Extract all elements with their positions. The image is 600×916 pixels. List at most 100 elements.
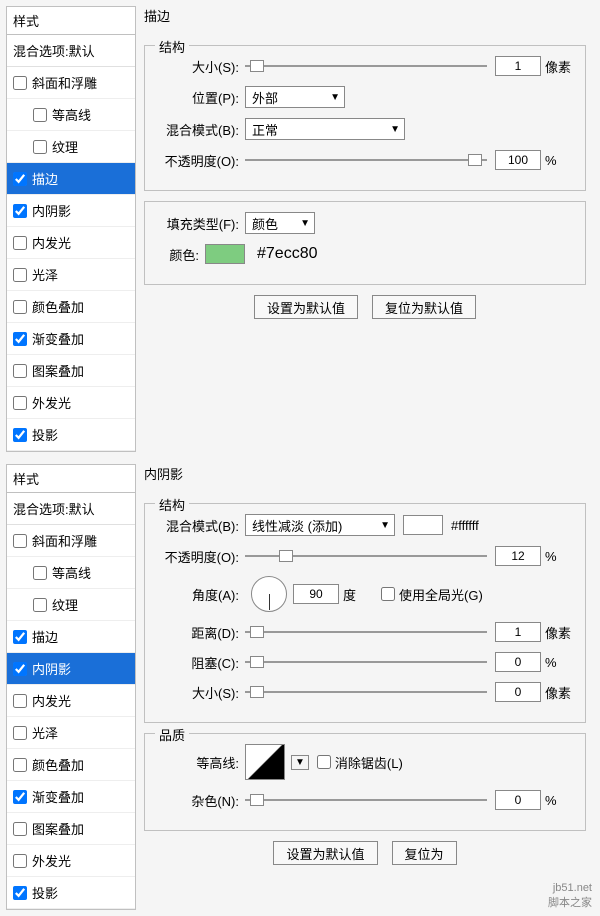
style-checkbox[interactable] bbox=[13, 886, 27, 900]
angle-label: 角度(A): bbox=[155, 585, 245, 604]
style-item[interactable]: 颜色叠加 bbox=[7, 749, 135, 781]
style-checkbox[interactable] bbox=[13, 790, 27, 804]
reset-default-button[interactable]: 复位为 bbox=[392, 841, 457, 865]
style-checkbox[interactable] bbox=[13, 822, 27, 836]
style-item[interactable]: 渐变叠加 bbox=[7, 781, 135, 813]
style-checkbox[interactable] bbox=[13, 662, 27, 676]
opacity-slider[interactable] bbox=[245, 548, 487, 564]
style-item[interactable]: 光泽 bbox=[7, 717, 135, 749]
style-item-label: 投影 bbox=[32, 883, 58, 902]
size-slider[interactable] bbox=[245, 58, 487, 74]
style-item[interactable]: 外发光 bbox=[7, 387, 135, 419]
style-item-label: 内阴影 bbox=[32, 201, 71, 220]
style-item[interactable]: 光泽 bbox=[7, 259, 135, 291]
style-checkbox[interactable] bbox=[33, 566, 47, 580]
style-item[interactable]: 内发光 bbox=[7, 227, 135, 259]
style-item[interactable]: 斜面和浮雕 bbox=[7, 525, 135, 557]
style-item-label: 内阴影 bbox=[32, 659, 71, 678]
distance-slider[interactable] bbox=[245, 624, 487, 640]
blend-options[interactable]: 混合选项:默认 bbox=[7, 35, 135, 67]
position-dropdown[interactable]: 外部▼ bbox=[245, 86, 345, 108]
color-swatch[interactable] bbox=[205, 244, 245, 264]
style-checkbox[interactable] bbox=[13, 854, 27, 868]
style-checkbox[interactable] bbox=[13, 694, 27, 708]
size-input[interactable] bbox=[495, 682, 541, 702]
opacity-slider[interactable] bbox=[245, 152, 487, 168]
style-checkbox[interactable] bbox=[13, 332, 27, 346]
style-header: 样式 bbox=[7, 465, 135, 493]
color-hex: #7ecc80 bbox=[245, 245, 318, 263]
style-checkbox[interactable] bbox=[13, 236, 27, 250]
style-item[interactable]: 描边 bbox=[7, 163, 135, 195]
opacity-input[interactable] bbox=[495, 150, 541, 170]
style-checkbox[interactable] bbox=[13, 726, 27, 740]
choke-label: 阻塞(C): bbox=[155, 653, 245, 672]
size-unit: 像素 bbox=[541, 683, 575, 702]
style-item[interactable]: 斜面和浮雕 bbox=[7, 67, 135, 99]
contour-picker[interactable] bbox=[245, 744, 285, 780]
style-item[interactable]: 外发光 bbox=[7, 845, 135, 877]
opacity-input[interactable] bbox=[495, 546, 541, 566]
style-item[interactable]: 等高线 bbox=[7, 99, 135, 131]
style-checkbox[interactable] bbox=[13, 428, 27, 442]
noise-unit: % bbox=[541, 793, 575, 808]
style-item[interactable]: 投影 bbox=[7, 419, 135, 451]
style-checkbox[interactable] bbox=[33, 140, 47, 154]
blend-mode-dropdown[interactable]: 正常▼ bbox=[245, 118, 405, 140]
style-checkbox[interactable] bbox=[13, 758, 27, 772]
blend-color-hex: #ffffff bbox=[443, 518, 479, 533]
blend-options[interactable]: 混合选项:默认 bbox=[7, 493, 135, 525]
anti-alias-checkbox[interactable] bbox=[317, 755, 331, 769]
style-item[interactable]: 内阴影 bbox=[7, 195, 135, 227]
reset-default-button[interactable]: 复位为默认值 bbox=[372, 295, 476, 319]
style-item-label: 渐变叠加 bbox=[32, 787, 84, 806]
style-item[interactable]: 内阴影 bbox=[7, 653, 135, 685]
style-checkbox[interactable] bbox=[13, 300, 27, 314]
style-checkbox[interactable] bbox=[13, 172, 27, 186]
style-item-label: 斜面和浮雕 bbox=[32, 531, 97, 550]
style-checkbox[interactable] bbox=[13, 630, 27, 644]
distance-input[interactable] bbox=[495, 622, 541, 642]
angle-dial[interactable] bbox=[251, 576, 287, 612]
style-checkbox[interactable] bbox=[33, 598, 47, 612]
global-light-option[interactable]: 使用全局光(G) bbox=[381, 585, 483, 604]
blend-color-swatch[interactable] bbox=[403, 515, 443, 535]
noise-input[interactable] bbox=[495, 790, 541, 810]
style-item-label: 渐变叠加 bbox=[32, 329, 84, 348]
style-item[interactable]: 描边 bbox=[7, 621, 135, 653]
style-item[interactable]: 内发光 bbox=[7, 685, 135, 717]
anti-alias-option[interactable]: 消除锯齿(L) bbox=[317, 753, 403, 772]
choke-input[interactable] bbox=[495, 652, 541, 672]
style-item[interactable]: 颜色叠加 bbox=[7, 291, 135, 323]
choke-unit: % bbox=[541, 655, 575, 670]
fill-type-dropdown[interactable]: 颜色▼ bbox=[245, 212, 315, 234]
set-default-button[interactable]: 设置为默认值 bbox=[254, 295, 358, 319]
style-item-label: 颜色叠加 bbox=[32, 755, 84, 774]
style-item[interactable]: 等高线 bbox=[7, 557, 135, 589]
style-item[interactable]: 纹理 bbox=[7, 589, 135, 621]
style-checkbox[interactable] bbox=[13, 268, 27, 282]
style-item[interactable]: 图案叠加 bbox=[7, 813, 135, 845]
style-item[interactable]: 纹理 bbox=[7, 131, 135, 163]
blend-mode-dropdown[interactable]: 线性减淡 (添加)▼ bbox=[245, 514, 395, 536]
style-item[interactable]: 投影 bbox=[7, 877, 135, 909]
size-slider[interactable] bbox=[245, 684, 487, 700]
style-item[interactable]: 渐变叠加 bbox=[7, 323, 135, 355]
set-default-button[interactable]: 设置为默认值 bbox=[273, 841, 377, 865]
style-checkbox[interactable] bbox=[13, 76, 27, 90]
style-checkbox[interactable] bbox=[13, 396, 27, 410]
style-checkbox[interactable] bbox=[13, 364, 27, 378]
style-item-label: 内发光 bbox=[32, 233, 71, 252]
noise-slider[interactable] bbox=[245, 792, 487, 808]
style-checkbox[interactable] bbox=[13, 534, 27, 548]
style-item-label: 光泽 bbox=[32, 265, 58, 284]
choke-slider[interactable] bbox=[245, 654, 487, 670]
size-input[interactable] bbox=[495, 56, 541, 76]
style-checkbox[interactable] bbox=[13, 204, 27, 218]
angle-input[interactable] bbox=[293, 584, 339, 604]
style-item[interactable]: 图案叠加 bbox=[7, 355, 135, 387]
style-checkbox[interactable] bbox=[33, 108, 47, 122]
chevron-down-icon[interactable]: ▼ bbox=[291, 755, 309, 770]
style-item-label: 光泽 bbox=[32, 723, 58, 742]
global-light-checkbox[interactable] bbox=[381, 587, 395, 601]
